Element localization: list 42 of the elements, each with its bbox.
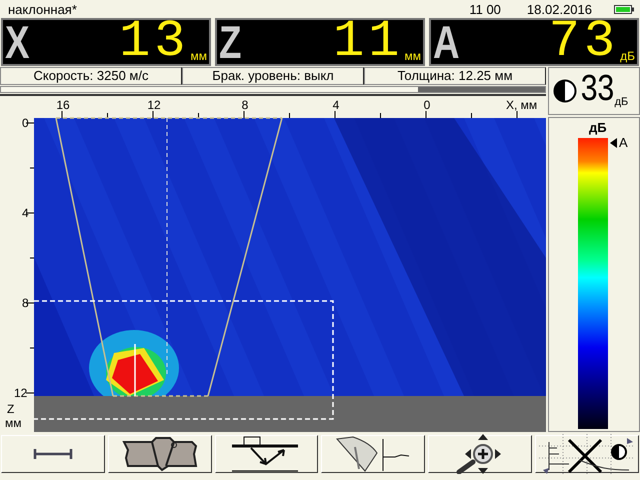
scale-unit: дБ: [589, 120, 607, 135]
axis-title: X, мм: [506, 98, 538, 112]
axis-tick-label: 8: [242, 98, 248, 112]
ruler-icon: [32, 448, 73, 460]
battery-icon: [614, 4, 634, 14]
axis-title: Z: [7, 402, 14, 416]
tool-button[interactable]: [428, 435, 532, 473]
axis-tick-label: 16: [56, 98, 70, 112]
axis-tick-label: 0: [424, 98, 430, 112]
axis-tick-label: 12: [147, 98, 161, 112]
readout-value: 73: [548, 20, 620, 64]
gain-value: 33: [580, 73, 614, 109]
mode-title: наклонная*: [8, 2, 77, 16]
unit-label: мм: [404, 49, 421, 63]
contrast-icon: [553, 79, 577, 103]
readout-label: Z: [219, 20, 242, 64]
tool-button[interactable]: [535, 435, 639, 473]
readout-label: A: [433, 20, 460, 64]
display-settings-icon: [539, 434, 636, 474]
unit-label: мм: [190, 49, 207, 63]
unit-label: дБ: [614, 96, 628, 108]
sector-scan-icon: [335, 435, 412, 473]
axis-tick-label: 4: [332, 98, 340, 112]
unit-label: дБ: [620, 49, 635, 63]
readout-value: 11: [333, 20, 404, 64]
info-cell: Толщина: 12.25 мм: [364, 67, 546, 85]
axis-tick-label: 12: [14, 386, 28, 400]
info-cell: Брак. уровень: выкл: [182, 67, 364, 85]
tool-button[interactable]: [321, 435, 426, 473]
tool-button[interactable]: [214, 435, 318, 473]
date-text: 18.02.2016: [526, 2, 592, 16]
tool-button[interactable]: [1, 435, 105, 473]
readout-label: X: [5, 20, 30, 64]
tool-button[interactable]: [108, 435, 212, 473]
readout-value: 13: [119, 20, 190, 64]
marker-label: A: [619, 135, 628, 150]
cursor-line: [134, 344, 136, 396]
info-cell: Скорость: 3250 м/с: [0, 67, 182, 85]
time-text: 11 00: [469, 2, 501, 16]
unit-label: мм: [5, 416, 22, 430]
weld-icon: [122, 436, 198, 472]
marker-icon: [610, 138, 617, 148]
